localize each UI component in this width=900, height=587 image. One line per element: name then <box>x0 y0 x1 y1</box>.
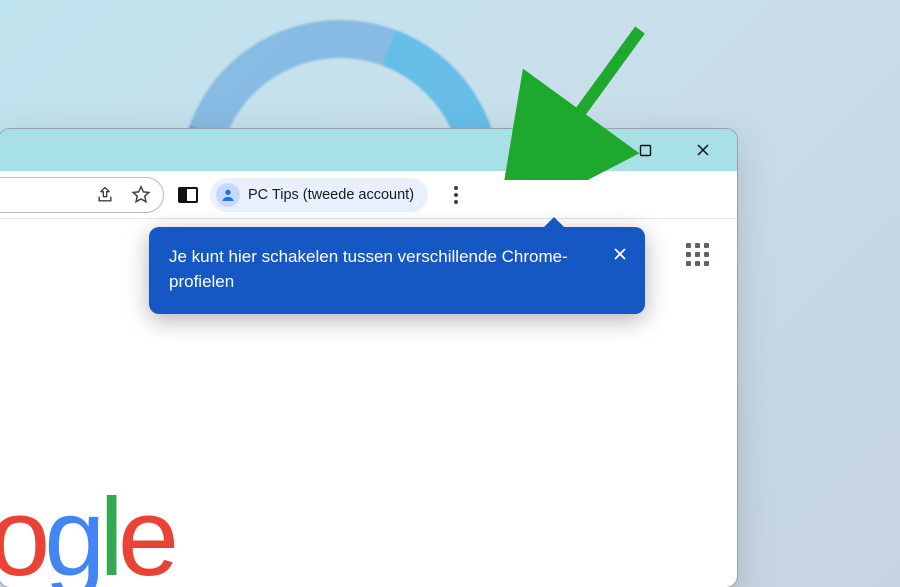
minimize-button[interactable] <box>565 134 609 166</box>
profile-switch-tooltip: Je kunt hier schakelen tussen verschille… <box>149 227 645 314</box>
profile-switcher-button[interactable]: PC Tips (tweede account) <box>210 178 428 212</box>
close-icon <box>612 246 628 262</box>
chrome-menu-button[interactable] <box>444 186 468 204</box>
avatar <box>216 183 240 207</box>
address-bar[interactable] <box>0 177 164 213</box>
browser-toolbar: PC Tips (tweede account) <box>0 171 737 219</box>
close-window-button[interactable] <box>681 134 725 166</box>
logo-letter: l <box>99 476 117 587</box>
star-icon <box>130 184 152 206</box>
side-panel-button[interactable] <box>176 183 200 207</box>
logo-letter: g <box>44 476 99 587</box>
minimize-icon <box>580 143 594 157</box>
share-icon <box>95 185 115 205</box>
google-apps-button[interactable] <box>686 243 709 266</box>
logo-letter: o <box>0 476 44 587</box>
tooltip-close-button[interactable] <box>607 241 633 267</box>
tooltip-text: Je kunt hier schakelen tussen verschille… <box>169 247 568 291</box>
logo-letter: e <box>118 476 173 587</box>
share-button[interactable] <box>93 183 117 207</box>
chevron-down-icon <box>521 142 537 158</box>
close-icon <box>696 143 710 157</box>
kebab-dot-icon <box>454 193 458 197</box>
maximize-button[interactable] <box>623 134 667 166</box>
chrome-window: PC Tips (tweede account) Je kunt hier sc… <box>0 128 738 587</box>
kebab-dot-icon <box>454 186 458 190</box>
window-titlebar <box>0 129 737 171</box>
bookmark-button[interactable] <box>129 183 153 207</box>
kebab-dot-icon <box>454 200 458 204</box>
tab-search-button[interactable] <box>507 134 551 166</box>
user-icon <box>220 187 236 203</box>
side-panel-icon <box>178 187 198 203</box>
maximize-icon <box>639 144 652 157</box>
profile-name-label: PC Tips (tweede account) <box>248 187 414 203</box>
google-logo-fragment: ogle <box>0 474 173 587</box>
